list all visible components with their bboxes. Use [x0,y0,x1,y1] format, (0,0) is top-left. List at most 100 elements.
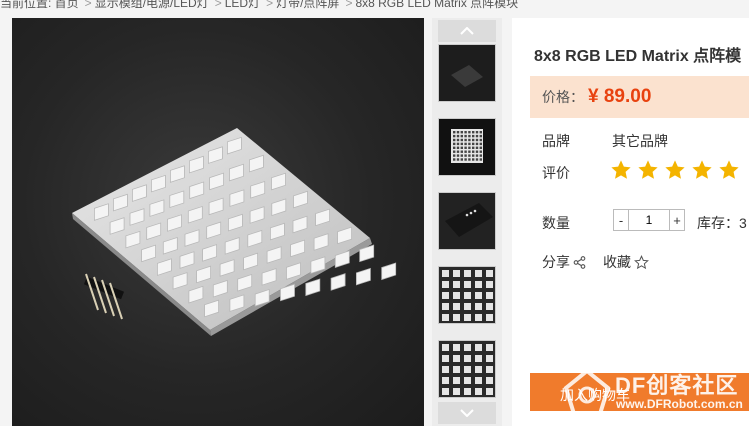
thumbnail-scroll-down-button[interactable] [438,402,496,424]
share-button[interactable]: 分享 [542,252,586,272]
thumb-led-cell [486,366,493,373]
price-label: 价格： [542,89,584,105]
breadcrumb: 当前位置: 首页 > 显示模组/电源/LED灯 > LED灯 > 灯带/点阵屏 >8x8 RG… [0,0,749,10]
thumbnail-scroll-up-button[interactable] [438,20,496,42]
thumb-led-dot [479,134,482,138]
thumbnail-3[interactable] [438,192,496,250]
thumb-led-dot [479,158,482,161]
thumbnail-strip [432,18,502,426]
quantity-increase-button[interactable]: + [670,210,684,230]
thumb-led-cell [486,281,493,288]
thumb-led-dot [468,131,471,134]
thumb-led-cell [453,355,460,362]
thumb-led-dot [456,142,460,146]
led-cell [305,278,321,297]
thumb-led-cell [442,314,449,321]
thumb-led-cell [475,355,482,362]
thumb-led-cell [464,388,471,395]
thumb-led-dot [460,158,463,161]
breadcrumb-separator: > [345,0,353,10]
thumb-led-dot [475,158,479,161]
thumb-led-dot [456,146,460,149]
breadcrumb-separator: > [214,0,222,10]
thumbnail-image [439,45,495,101]
thumbnail-5[interactable] [438,340,496,398]
thumb-led-cell [464,314,471,321]
thumb-led-dot [468,146,471,149]
thumb-led-cell [464,366,471,373]
breadcrumb-category[interactable]: 显示模组/电源/LED灯 [95,0,209,10]
quantity-input[interactable] [628,210,670,230]
thumb-led-cell [475,344,482,351]
thumb-led-dot [456,158,460,161]
thumbnail-4[interactable] [438,266,496,324]
thumb-led-dot [472,131,475,134]
thumb-led-dot [453,150,456,153]
stock-count: 库存：3 [697,215,747,231]
thumb-led-dot [464,131,467,134]
breadcrumb-subcategory-2[interactable]: 灯带/点阵屏 [276,0,339,10]
thumb-led-dot [460,154,463,157]
breadcrumb-current[interactable]: 当前位置: 首页 [0,0,79,10]
product-title: 8x8 RGB LED Matrix 点阵模 [534,48,742,65]
thumb-led-cell [475,377,482,384]
thumb-led-cell [486,303,493,310]
thumb-led-cell [442,366,449,373]
led-cell [355,267,371,286]
breadcrumb-separator: > [84,0,92,10]
thumb-led-dot [472,154,475,157]
thumb-led-cell [442,355,449,362]
star-filled-icon [692,160,712,179]
thumbnail-1[interactable] [438,44,496,102]
thumb-led-cell [475,303,482,310]
thumb-led-cell [486,314,493,321]
thumb-led-dot [468,142,471,146]
thumb-led-dot [475,138,479,142]
thumb-led-cell [486,388,493,395]
favorite-button[interactable]: 收藏 [603,252,649,272]
thumb-led-cell [475,314,482,321]
thumb-led-cell [453,377,460,384]
thumb-led-dot [472,142,475,146]
breadcrumb-subcategory[interactable]: LED灯 [225,0,260,10]
thumb-led-dot [453,138,456,142]
thumb-led-cell [486,344,493,351]
thumb-led-cell [486,270,493,277]
thumb-led-dot [464,142,467,146]
thumb-led-dot [456,138,460,142]
thumb-led-cell [453,314,460,321]
main-product-image[interactable] [12,18,424,426]
price-box: 价格： ¥ 89.00 [530,76,749,118]
thumb-led-cell [486,355,493,362]
rating-label: 评价 [542,165,570,181]
thumb-led-dot [472,150,475,153]
thumb-led-dot [464,150,467,153]
thumb-led-dot [453,131,456,134]
led-cell [381,262,397,281]
led-matrix-illustration [72,128,397,336]
thumb-led-dot [468,158,471,161]
thumb-led-cell [442,270,449,277]
thumb-led-cell [464,292,471,299]
star-filled-icon [638,160,658,179]
add-to-cart-button[interactable]: 加入购物车 [530,373,749,411]
share-icon [573,255,586,269]
thumb-led-cell [464,355,471,362]
thumbnail-2[interactable] [438,118,496,176]
favorite-label: 收藏 [603,254,631,270]
brand-label: 品牌 [542,133,570,149]
thumb-led-dot [479,142,482,146]
pin-header [83,273,125,320]
thumb-led-cell [442,303,449,310]
thumb-led-cell [486,377,493,384]
thumb-led-cell [442,281,449,288]
chevron-down-icon [460,409,474,417]
breadcrumb-product: 8x8 RGB LED Matrix 点阵模块 [355,0,519,10]
thumb-led-dot [479,146,482,149]
thumb-led-dot [453,154,456,157]
thumb-led-cell [442,377,449,384]
thumb-led-dot [460,131,463,134]
share-label: 分享 [542,254,570,270]
quantity-decrease-button[interactable]: - [614,210,628,230]
thumb-led-dot [479,154,482,157]
